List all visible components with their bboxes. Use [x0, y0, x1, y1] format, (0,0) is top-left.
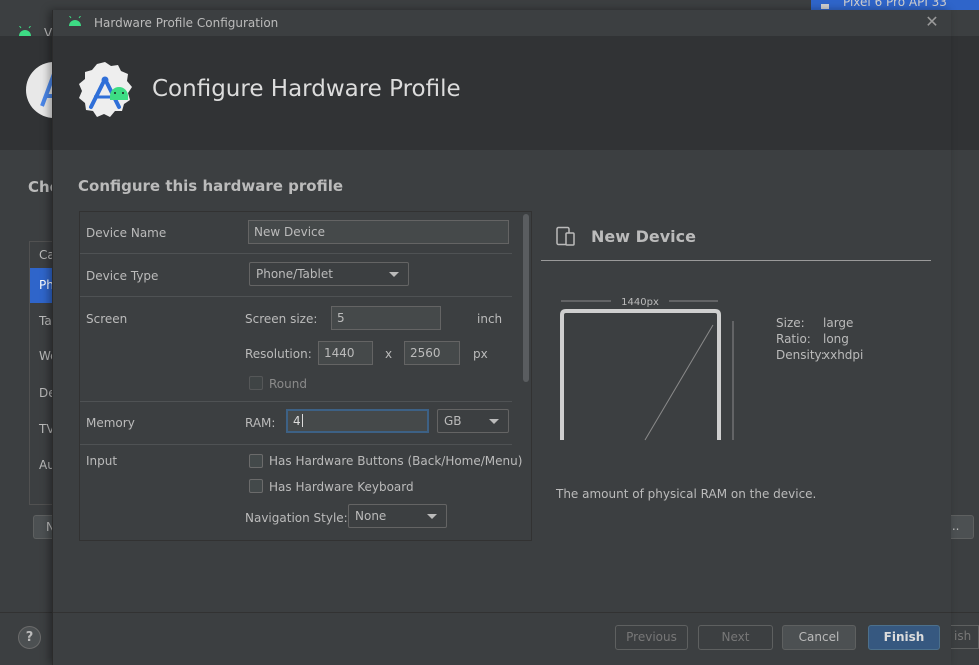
resolution-unit: px [473, 347, 488, 361]
dialog-banner: Configure Hardware Profile [53, 36, 951, 150]
category-item[interactable]: We [39, 349, 53, 363]
row-divider [80, 401, 512, 402]
hardware-keyboard-checkbox[interactable] [249, 479, 263, 493]
category-item[interactable]: Au [39, 458, 53, 472]
hardware-buttons-label: Has Hardware Buttons (Back/Home/Menu) [269, 454, 523, 468]
screen-size-field[interactable]: 5 [331, 306, 441, 330]
ram-label: RAM: [245, 416, 276, 430]
resolution-separator: x [385, 347, 393, 361]
background-category-list: Cat Ph Tab We De TV Au [29, 241, 53, 505]
spec-density-label: Density: [776, 348, 825, 362]
category-item[interactable]: Tab [39, 314, 53, 328]
chevron-down-icon [427, 514, 437, 519]
round-checkbox[interactable] [249, 376, 263, 390]
preview-device-name: New Device [591, 227, 696, 246]
ram-field[interactable]: 4 [286, 409, 429, 433]
chevron-down-icon [489, 419, 499, 424]
android-icon [69, 16, 81, 26]
device-name-label: Device Name [86, 226, 167, 240]
category-header: Cat [39, 248, 53, 262]
form-scrollbar[interactable] [521, 212, 531, 540]
memory-label: Memory [86, 416, 135, 430]
help-button[interactable]: ? [18, 626, 41, 649]
ram-unit-select[interactable]: GB [437, 409, 509, 433]
spec-size-value: large [823, 316, 854, 330]
spec-ratio-value: long [823, 332, 849, 346]
dialog-titlebar: Hardware Profile Configuration ✕ [53, 10, 951, 36]
dialog-heading: Configure Hardware Profile [152, 76, 461, 102]
category-item[interactable]: TV [39, 422, 53, 436]
ram-unit-value: GB [444, 414, 462, 428]
spec-density-value: xxhdpi [823, 348, 864, 362]
row-divider [80, 296, 512, 297]
preview-divider [541, 260, 931, 261]
android-icon [19, 26, 31, 36]
hardware-form-panel: Device Name New Device Device Type Phone… [79, 211, 532, 541]
device-preview-diagram: 1440px [560, 295, 734, 441]
hardware-keyboard-label: Has Hardware Keyboard [269, 480, 414, 494]
row-divider [80, 253, 512, 254]
dialog-footer: Previous Next Cancel Finish [53, 612, 951, 665]
text-cursor [301, 414, 303, 427]
navigation-style-label: Navigation Style: [245, 511, 348, 525]
device-name-field[interactable]: New Device [248, 220, 509, 244]
device-icon [821, 4, 829, 9]
chevron-down-icon [389, 272, 399, 277]
screen-size-label: Screen size: [245, 312, 318, 326]
device-type-label: Device Type [86, 269, 159, 283]
screen-size-unit: inch [477, 312, 503, 326]
hardware-profile-dialog: Hardware Profile Configuration ✕ Configu… [52, 10, 951, 665]
resolution-label: Resolution: [245, 347, 312, 361]
close-icon[interactable]: ✕ [923, 13, 941, 31]
spec-ratio-label: Ratio: [776, 332, 811, 346]
scrollbar-thumb[interactable] [523, 214, 529, 382]
category-item[interactable]: De [39, 386, 53, 400]
next-button[interactable]: Next [698, 625, 773, 650]
hardware-buttons-checkbox[interactable] [249, 454, 263, 468]
device-type-value: Phone/Tablet [256, 267, 333, 281]
section-title: Configure this hardware profile [78, 177, 344, 195]
cancel-button[interactable]: Cancel [782, 625, 856, 650]
preview-width-label: 1440px [621, 297, 659, 308]
row-divider [80, 444, 512, 445]
navigation-style-select[interactable]: None [348, 504, 447, 528]
devices-icon [556, 226, 575, 246]
round-label: Round [269, 377, 307, 391]
android-studio-logo-icon [79, 62, 132, 117]
dialog-title: Hardware Profile Configuration [94, 16, 279, 30]
screen-label: Screen [86, 312, 128, 326]
background-device-name: Pixel 6 Pro API 33 [843, 0, 947, 9]
navigation-style-value: None [355, 509, 387, 523]
resolution-width-field[interactable]: 1440 [318, 341, 373, 365]
field-help-text: The amount of physical RAM on the device… [556, 487, 817, 501]
resolution-height-field[interactable]: 2560 [404, 341, 460, 365]
input-label: Input [86, 454, 118, 468]
device-type-select[interactable]: Phone/Tablet [249, 262, 409, 286]
previous-button[interactable]: Previous [615, 625, 688, 650]
finish-button[interactable]: Finish [868, 625, 940, 650]
category-item[interactable]: Ph [39, 278, 53, 292]
ram-value: 4 [293, 414, 301, 428]
spec-size-label: Size: [776, 316, 805, 330]
